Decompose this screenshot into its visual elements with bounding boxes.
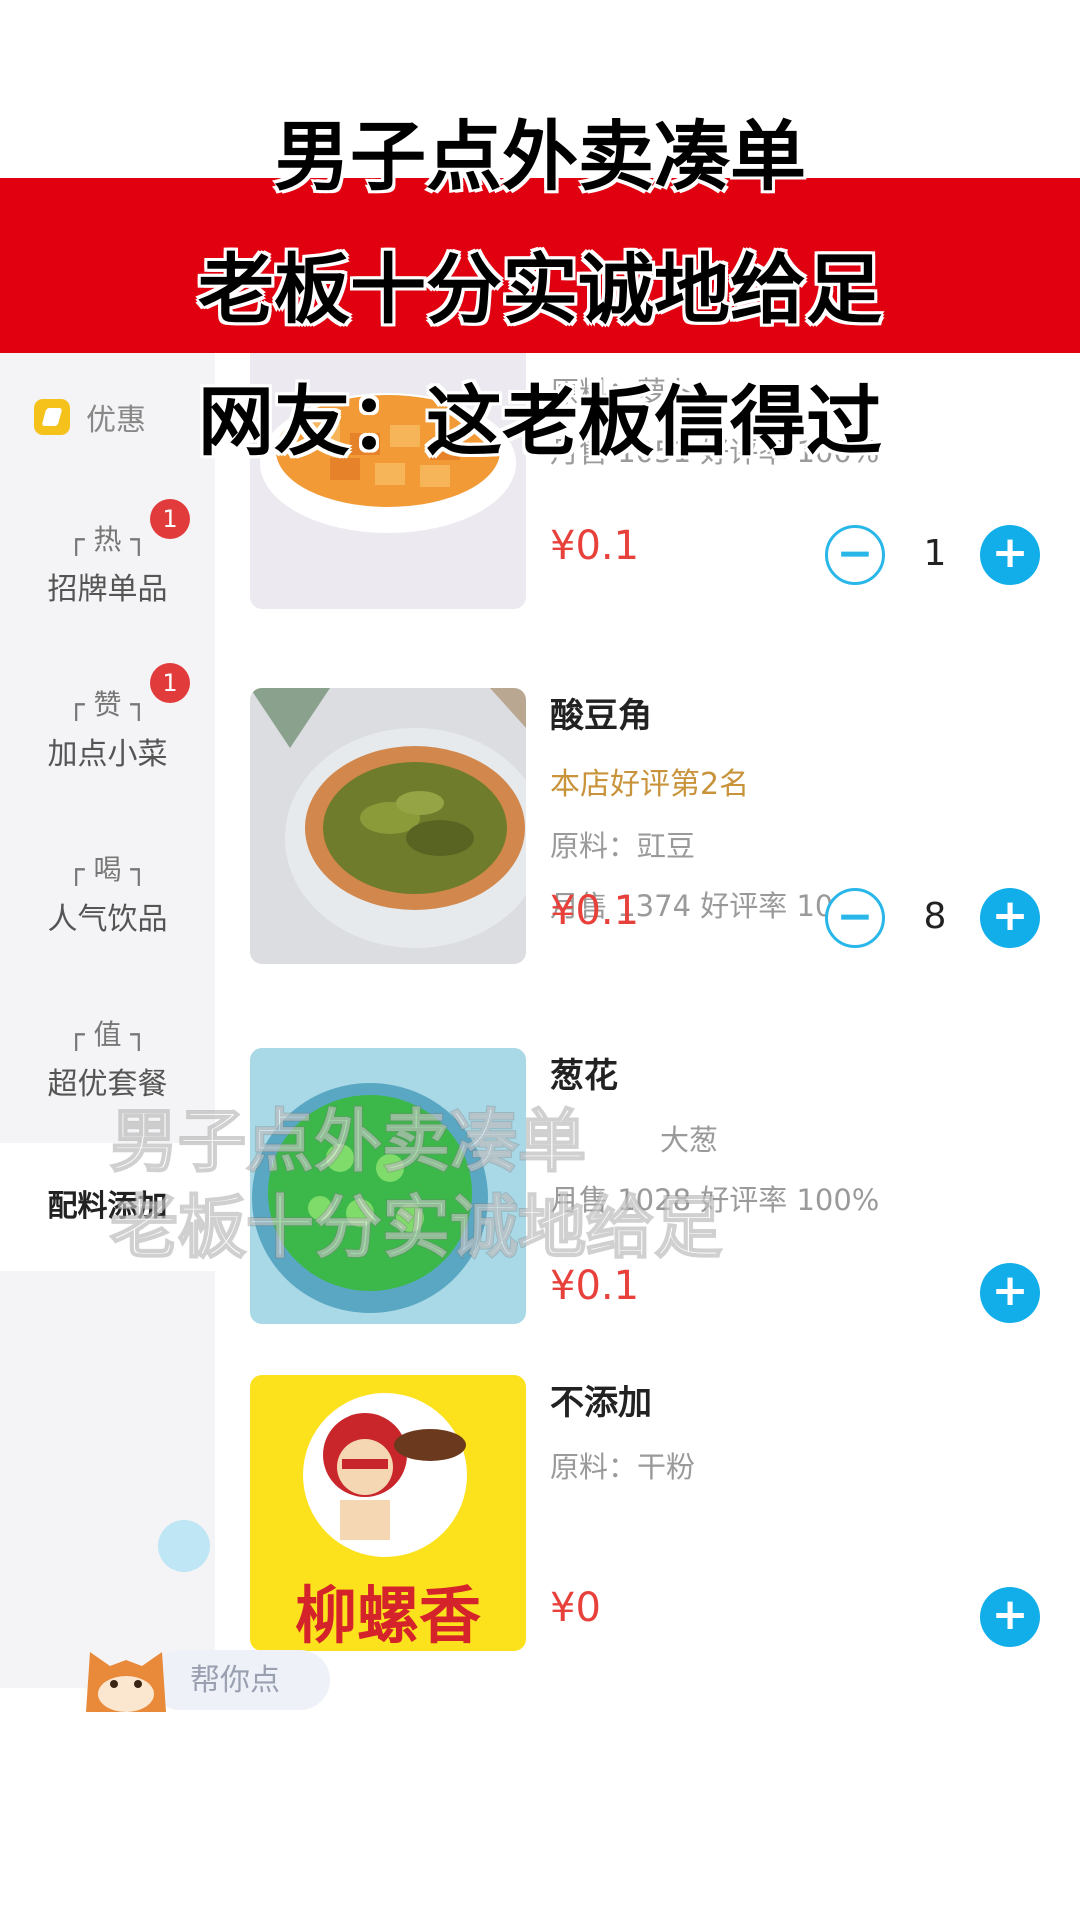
decrease-button[interactable]: −	[825, 888, 885, 948]
count-badge: 1	[150, 499, 190, 539]
sidebar-item-label: 招牌单品	[47, 572, 168, 607]
category-sidebar: 优惠 ┌ 热 ┐ 招牌单品 1 ┌ 赞 ┐ 加点小菜 1 ┌ 喝 ┐ 人气饮品 …	[0, 353, 215, 1688]
decrease-button[interactable]: −	[825, 525, 885, 585]
increase-button[interactable]: +	[980, 1263, 1040, 1323]
increase-button[interactable]: +	[980, 525, 1040, 585]
overlay-caption: 男子点外卖凑单 老板十分实诚地给足	[109, 1100, 723, 1272]
product-price: ¥0.1	[550, 523, 640, 569]
floating-ball[interactable]	[158, 1520, 210, 1572]
shiba-mascot-icon[interactable]	[80, 1632, 172, 1712]
product-image	[250, 688, 526, 964]
product-info: 不添加 原料：干粉	[550, 1375, 1050, 1486]
sidebar-item-combos[interactable]: ┌ 值 ┐ 超优套餐	[0, 1013, 215, 1103]
brand-logo-text: 柳螺香	[294, 1579, 481, 1652]
sidebar-item-label: 加点小菜	[47, 737, 168, 772]
headline-line-3: 网友：这老板信得过	[198, 377, 882, 466]
product-card: 柳螺香 不添加 原料：干粉 ¥0 +	[250, 1375, 1050, 1675]
product-name: 葱花	[550, 1056, 618, 1096]
product-material: 原料：干粉	[550, 1450, 696, 1484]
sour-beans-image	[250, 688, 526, 964]
headline-line-2: 老板十分实诚地给足	[198, 245, 882, 334]
sidebar-tag: ┌ 值 ┐	[67, 1018, 148, 1051]
overlay-caption-line-1: 男子点外卖凑单	[109, 1102, 587, 1183]
product-card: 酸豆角 本店好评第2名 原料：豇豆 月售 1374 好评率 100% ¥0.1 …	[250, 688, 1050, 988]
increase-button[interactable]: +	[980, 1587, 1040, 1647]
quantity-value: 8	[923, 896, 947, 937]
increase-button[interactable]: +	[980, 888, 1040, 948]
overlay-caption-line-2: 老板十分实诚地给足	[109, 1188, 723, 1269]
headline-line-1: 男子点外卖凑单	[274, 112, 806, 201]
helper-text: 帮你点	[190, 1663, 280, 1698]
product-rank: 本店好评第2名	[550, 767, 750, 802]
product-price: ¥0	[550, 1585, 601, 1631]
sidebar-item-label: 超优套餐	[47, 1067, 168, 1102]
count-badge: 1	[150, 663, 190, 703]
sidebar-item-label: 人气饮品	[47, 902, 168, 937]
sidebar-item-drinks[interactable]: ┌ 喝 ┐ 人气饮品	[0, 848, 215, 938]
quantity-value: 1	[923, 533, 947, 574]
product-material: 原料：豇豆	[550, 829, 696, 863]
product-name: 酸豆角	[550, 696, 652, 736]
menu-screen: 优惠 ┌ 热 ┐ 招牌单品 1 ┌ 赞 ┐ 加点小菜 1 ┌ 喝 ┐ 人气饮品 …	[0, 353, 1080, 1688]
product-price: ¥0.1	[550, 888, 640, 934]
sidebar-tag: ┌ 喝 ┐	[67, 853, 148, 886]
product-name: 不添加	[550, 1383, 652, 1423]
